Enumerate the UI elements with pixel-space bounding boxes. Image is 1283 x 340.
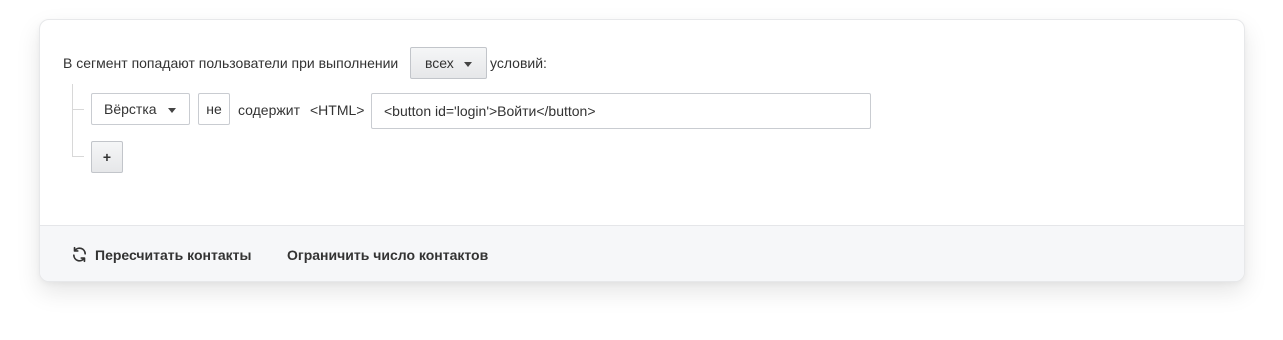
segment-card: В сегмент попадают пользователи при выпо…	[39, 19, 1245, 282]
negation-toggle[interactable]: не	[198, 93, 230, 125]
condition-value-input[interactable]	[371, 93, 871, 129]
condition-field-value: Вёрстка	[104, 101, 157, 117]
add-condition-button[interactable]: +	[91, 141, 123, 173]
condition-operator-text: содержит	[238, 102, 300, 118]
limit-contacts-label: Ограничить число контактов	[287, 247, 489, 263]
refresh-icon	[71, 246, 88, 263]
condition-type-tag: <HTML>	[310, 102, 365, 118]
segment-conditions-panel: В сегмент попадают пользователи при выпо…	[40, 20, 1244, 225]
negation-label: не	[206, 101, 222, 117]
segment-footer: Пересчитать контакты Ограничить число ко…	[40, 225, 1244, 281]
recalculate-contacts-label: Пересчитать контакты	[95, 246, 252, 263]
tree-line-branch	[72, 109, 84, 110]
recalculate-contacts-button[interactable]: Пересчитать контакты	[71, 246, 251, 263]
limit-contacts-button[interactable]: Ограничить число контактов	[287, 247, 488, 263]
caret-down-icon	[464, 62, 472, 67]
match-mode-value: всех	[425, 55, 454, 71]
add-condition-label: +	[102, 149, 112, 165]
conditions-suffix-text: условий:	[490, 55, 547, 71]
segment-intro-text: В сегмент попадают пользователи при выпо…	[63, 55, 399, 71]
match-mode-dropdown[interactable]: всех	[410, 47, 487, 79]
tree-line-vertical	[72, 84, 73, 156]
caret-down-icon	[168, 108, 176, 113]
tree-line-branch	[72, 156, 84, 157]
condition-field-dropdown[interactable]: Вёрстка	[91, 93, 190, 125]
